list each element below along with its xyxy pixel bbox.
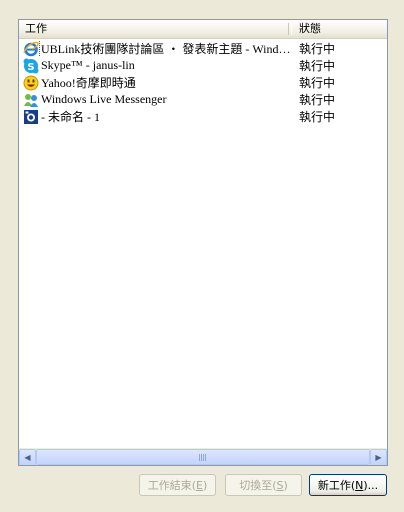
new-task-button[interactable]: 新工作(N)... [309,474,387,496]
arrow-right-icon: ▶ [375,453,382,462]
column-header-status[interactable]: 狀態 [292,20,387,38]
task-row[interactable]: UBLink技術團隊討論區 ‧ 發表新主題 - Windows Internet… [19,40,387,57]
svg-text:S: S [27,62,34,73]
task-row[interactable]: S Skype™ - janus-lin 執行中 [19,57,387,74]
task-status: 執行中 [299,110,336,124]
msn-icon [23,92,39,108]
task-list-header: 工作 狀態 [19,20,387,39]
task-label: UBLink技術團隊討論區 ‧ 發表新主題 - Windows Internet… [39,40,292,57]
task-status: 執行中 [299,59,336,73]
horizontal-scrollbar[interactable]: ◀ ▶ [19,448,387,465]
scroll-track[interactable] [36,449,370,465]
camera-app-icon [23,109,39,125]
column-header-task[interactable]: 工作 [19,20,292,38]
end-task-button[interactable]: 工作結束(E) [139,474,216,496]
task-status: 執行中 [299,76,336,90]
task-label: Windows Live Messenger [41,92,167,106]
task-status: 執行中 [299,93,336,107]
skype-icon: S [23,58,39,74]
task-list[interactable]: 工作 狀態 UBLink技術團隊討論區 ‧ 發表新主題 - Windows In… [18,19,388,466]
task-label: - 未命名 - 1 [41,110,100,124]
task-status: 執行中 [299,42,336,56]
task-row[interactable]: - 未命名 - 1 執行中 [19,108,387,125]
arrow-left-icon: ◀ [24,453,31,462]
scroll-thumb[interactable] [36,449,370,465]
task-row[interactable]: Yahoo!奇摩即時通 執行中 [19,74,387,91]
scroll-right-button[interactable]: ▶ [370,449,387,465]
task-row[interactable]: Windows Live Messenger 執行中 [19,91,387,108]
ie-icon [23,41,39,57]
switch-to-button[interactable]: 切換至(S) [225,474,302,496]
task-label: Yahoo!奇摩即時通 [41,76,136,90]
scroll-left-button[interactable]: ◀ [19,449,36,465]
task-label: Skype™ - janus-lin [41,58,135,72]
grip-icon [199,454,207,461]
yahoo-messenger-icon [23,75,39,91]
